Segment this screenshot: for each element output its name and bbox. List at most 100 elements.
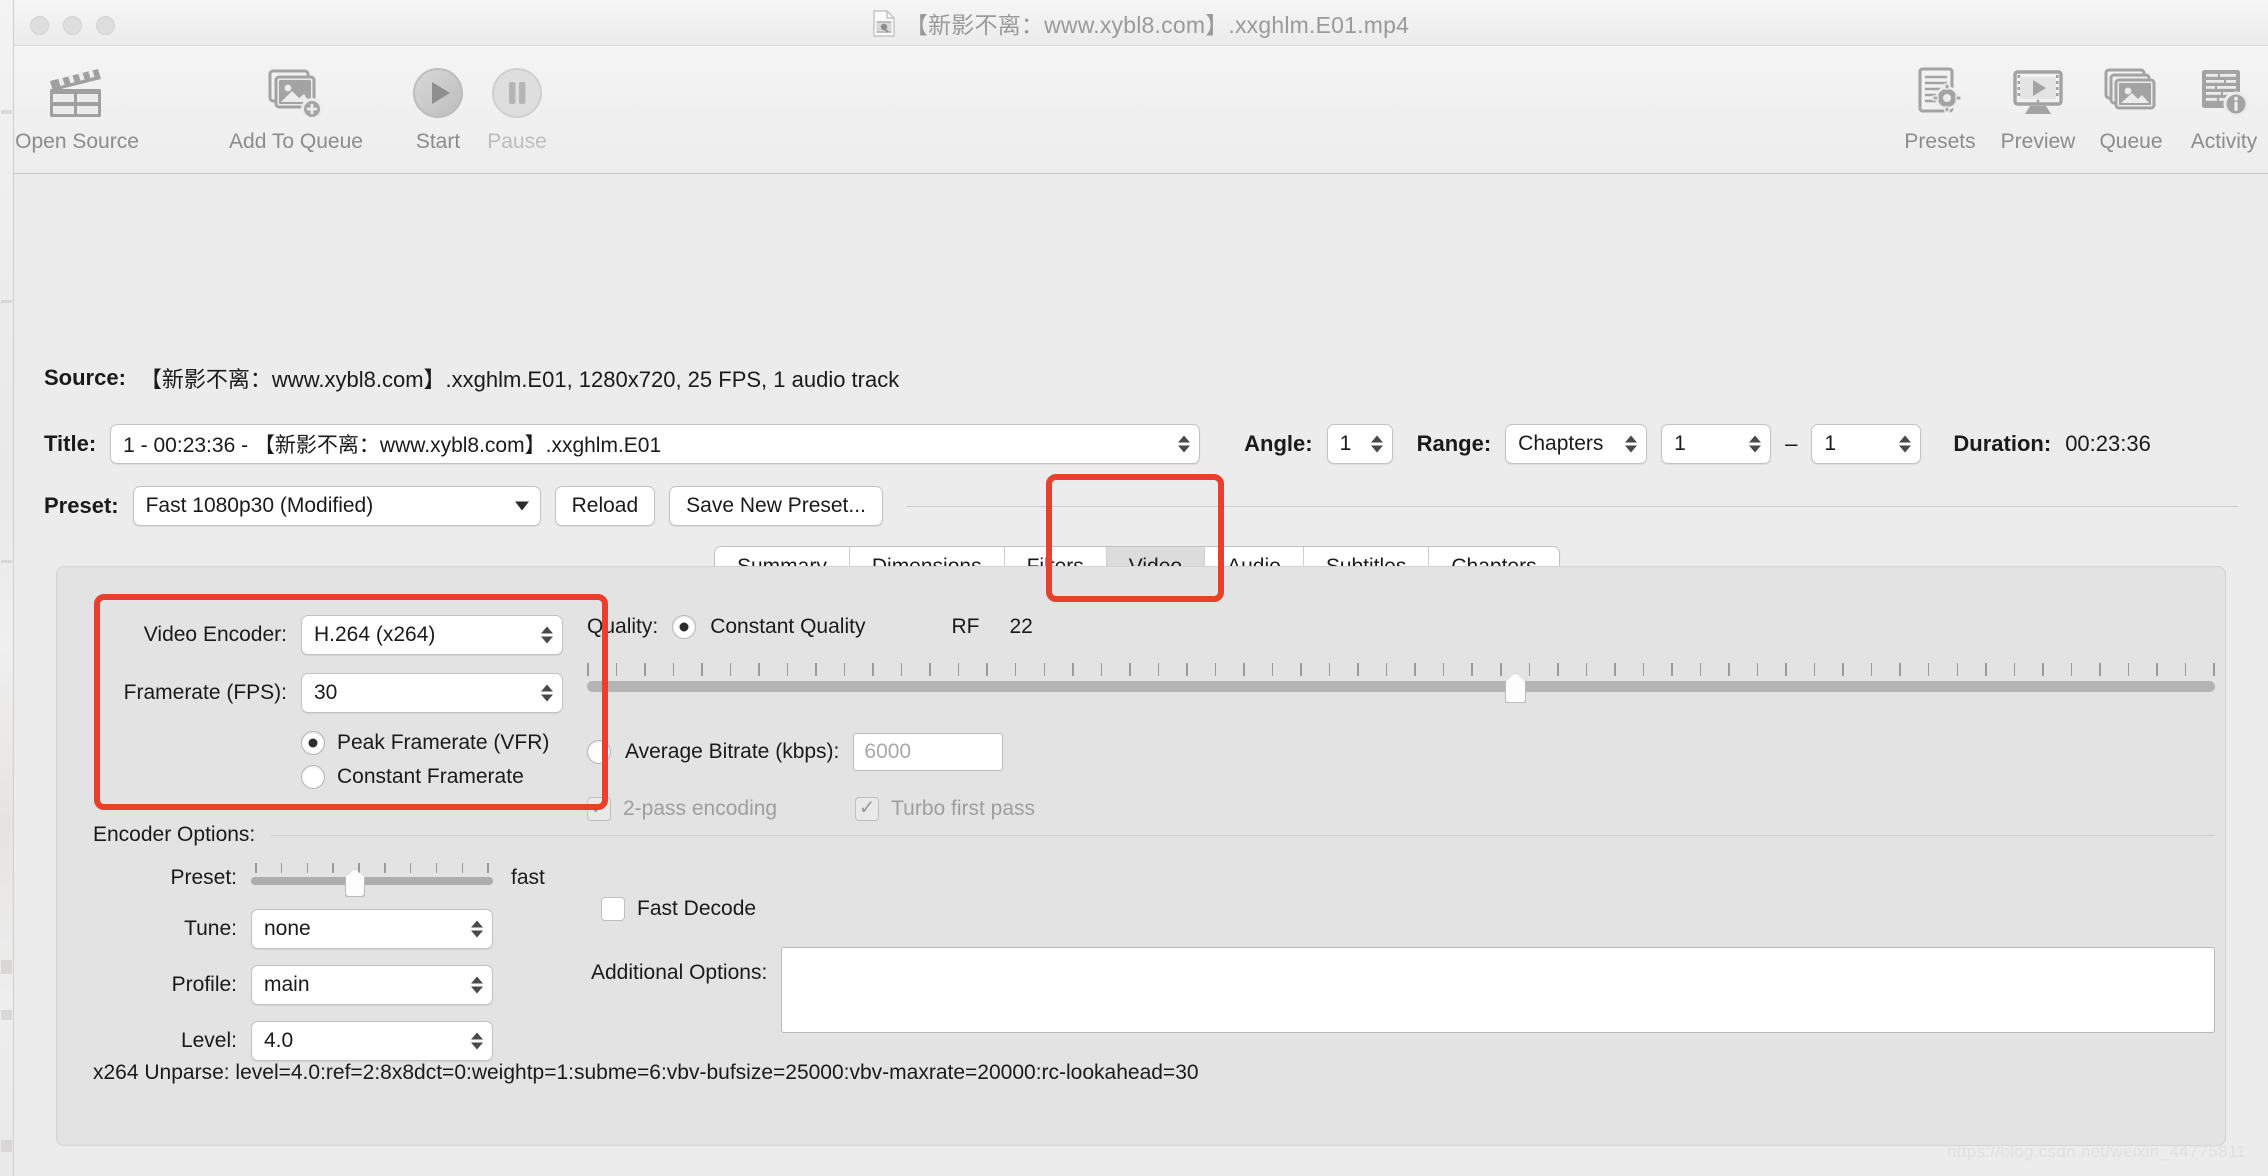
additional-options-input[interactable] xyxy=(781,947,2215,1033)
chevron-updown-icon xyxy=(1899,435,1912,453)
video-settings-panel: Video Encoder: H.264 (x264) Framerate (F… xyxy=(56,566,2226,1146)
constant-framerate-label: Constant Framerate xyxy=(337,765,524,788)
chevron-updown-icon xyxy=(1625,435,1638,453)
fast-decode-row[interactable]: Fast Decode xyxy=(601,897,756,921)
eo-level-select[interactable]: 4.0 xyxy=(251,1021,493,1061)
save-new-preset-label: Save New Preset... xyxy=(686,494,866,517)
encoder-options-column: Preset: fast Tune: none Profile: main Le… xyxy=(93,863,553,1077)
rf-slider[interactable] xyxy=(587,663,2215,703)
constant-framerate-row[interactable]: Constant Framerate xyxy=(301,765,573,789)
eo-level-label: Level: xyxy=(180,1029,237,1052)
preset-select-value: Fast 1080p30 (Modified) xyxy=(145,494,374,517)
angle-value: 1 xyxy=(1339,432,1352,455)
eo-preset-slider-thumb[interactable] xyxy=(345,869,366,897)
eo-profile-select[interactable]: main xyxy=(251,965,493,1005)
title-label: Title: xyxy=(44,431,97,456)
range-kind-select[interactable]: Chapters xyxy=(1505,424,1648,464)
range-dash: – xyxy=(1785,431,1798,456)
main-content: Source: 【新影不离：www.xybl8.com】.xxghlm.E01,… xyxy=(14,174,2268,1176)
save-new-preset-button[interactable]: Save New Preset... xyxy=(669,486,883,526)
chevron-updown-icon xyxy=(1749,435,1762,453)
toolbar-activity[interactable]: Activity xyxy=(2149,62,2268,154)
constant-framerate-radio[interactable] xyxy=(301,765,325,789)
peak-framerate-row[interactable]: Peak Framerate (VFR) xyxy=(301,731,573,755)
eo-level-row: Level: 4.0 xyxy=(93,1021,553,1061)
additional-options-label: Additional Options: xyxy=(591,961,768,984)
eo-tune-row: Tune: none xyxy=(93,909,553,949)
eo-preset-slider-track xyxy=(251,877,493,885)
eo-preset-value: fast xyxy=(511,866,545,889)
range-to-stepper[interactable]: 1 xyxy=(1811,424,1922,464)
average-bitrate-label: Average Bitrate (kbps): xyxy=(625,740,840,763)
eo-preset-row: Preset: fast xyxy=(93,863,553,897)
video-encoder-value: H.264 (x264) xyxy=(314,623,436,646)
rf-slider-thumb[interactable] xyxy=(1504,673,1526,703)
toolbar-activity-label: Activity xyxy=(2190,130,2258,153)
video-encoder-select[interactable]: H.264 (x264) xyxy=(301,615,563,655)
handbrake-window: 【新影不离：www.xybl8.com】.xxghlm.E01.mp4 Open… xyxy=(14,0,2268,1176)
encoder-options-label: Encoder Options: xyxy=(93,823,256,846)
toolbar-open-source[interactable]: Open Source xyxy=(2,62,152,154)
toolbar-add-to-queue-label: Add To Queue xyxy=(229,130,363,153)
chevron-updown-icon xyxy=(1370,435,1383,453)
toolbar-pause[interactable]: Pause xyxy=(442,62,592,154)
toolbar-pause-label: Pause xyxy=(487,130,547,153)
reload-button[interactable]: Reload xyxy=(554,486,656,526)
title-select-value: 1 - 00:23:36 - 【新影不离：www.xybl8.com】.xxgh… xyxy=(123,434,662,457)
rf-slider-track xyxy=(587,681,2215,692)
eo-preset-label: Preset: xyxy=(170,866,237,889)
framerate-row: Framerate (FPS): 30 xyxy=(113,673,573,713)
constant-quality-radio[interactable] xyxy=(672,615,697,639)
range-label: Range: xyxy=(1416,431,1492,456)
quality-label: Quality: xyxy=(587,615,659,638)
framerate-value: 30 xyxy=(314,681,338,704)
preset-row: Preset: Fast 1080p30 (Modified) Reload S… xyxy=(44,486,2238,526)
window-titlebar: 【新影不离：www.xybl8.com】.xxghlm.E01.mp4 xyxy=(14,0,2268,46)
peak-framerate-radio[interactable] xyxy=(301,731,325,755)
eo-tune-select[interactable]: none xyxy=(251,909,493,949)
turbo-first-pass-checkbox[interactable] xyxy=(855,797,880,821)
average-bitrate-radio[interactable] xyxy=(587,740,611,764)
eo-level-value: 4.0 xyxy=(264,1029,294,1052)
turbo-first-pass-label: Turbo first pass xyxy=(891,797,1036,820)
quality-group: Quality: Constant Quality RF 22 Average … xyxy=(587,615,2215,821)
toolbar-open-source-label: Open Source xyxy=(15,130,139,153)
range-from-stepper[interactable]: 1 xyxy=(1661,424,1772,464)
pause-icon xyxy=(489,62,545,124)
preset-row-divider xyxy=(906,505,2238,507)
rf-label: RF xyxy=(951,615,980,638)
fast-decode-checkbox[interactable] xyxy=(601,897,625,921)
video-encoder-label: Video Encoder: xyxy=(143,623,287,646)
eo-tune-value: none xyxy=(264,917,311,940)
source-value: 【新影不离：www.xybl8.com】.xxghlm.E01, 1280x72… xyxy=(139,367,900,392)
x264-unparse-text: x264 Unparse: level=4.0:ref=2:8x8dct=0:w… xyxy=(93,1061,1199,1084)
duration-label: Duration: xyxy=(1953,431,2052,456)
fast-decode-label: Fast Decode xyxy=(637,897,757,920)
framerate-select[interactable]: 30 xyxy=(301,673,563,713)
range-from-value: 1 xyxy=(1674,432,1686,455)
chevron-updown-icon xyxy=(471,976,483,994)
range-to-value: 1 xyxy=(1824,432,1837,455)
presets-icon xyxy=(1914,62,1966,124)
eo-profile-label: Profile: xyxy=(171,973,237,996)
preset-select[interactable]: Fast 1080p30 (Modified) xyxy=(132,486,541,526)
angle-stepper[interactable]: 1 xyxy=(1326,424,1393,464)
average-bitrate-placeholder: 6000 xyxy=(864,740,912,763)
eo-preset-slider-ticks xyxy=(255,863,489,873)
peak-framerate-label: Peak Framerate (VFR) xyxy=(337,731,550,754)
chevron-updown-icon xyxy=(1178,435,1191,453)
eo-profile-value: main xyxy=(264,973,310,996)
encoder-options-divider xyxy=(271,834,2215,836)
background-window-sliver xyxy=(0,0,14,1176)
average-bitrate-input[interactable]: 6000 xyxy=(853,733,1004,771)
chevron-updown-icon xyxy=(471,920,483,938)
title-select[interactable]: 1 - 00:23:36 - 【新影不离：www.xybl8.com】.xxgh… xyxy=(110,424,1201,464)
eo-preset-slider[interactable] xyxy=(251,863,493,897)
video-encoder-row: Video Encoder: H.264 (x264) xyxy=(113,615,573,655)
eo-tune-label: Tune: xyxy=(184,917,237,940)
toolbar-add-to-queue[interactable]: Add To Queue xyxy=(221,62,371,154)
average-bitrate-row: Average Bitrate (kbps): 6000 xyxy=(587,733,2215,771)
quality-header: Quality: Constant Quality RF 22 xyxy=(587,615,2215,639)
two-pass-checkbox[interactable] xyxy=(587,797,611,821)
eo-profile-row: Profile: main xyxy=(93,965,553,1005)
